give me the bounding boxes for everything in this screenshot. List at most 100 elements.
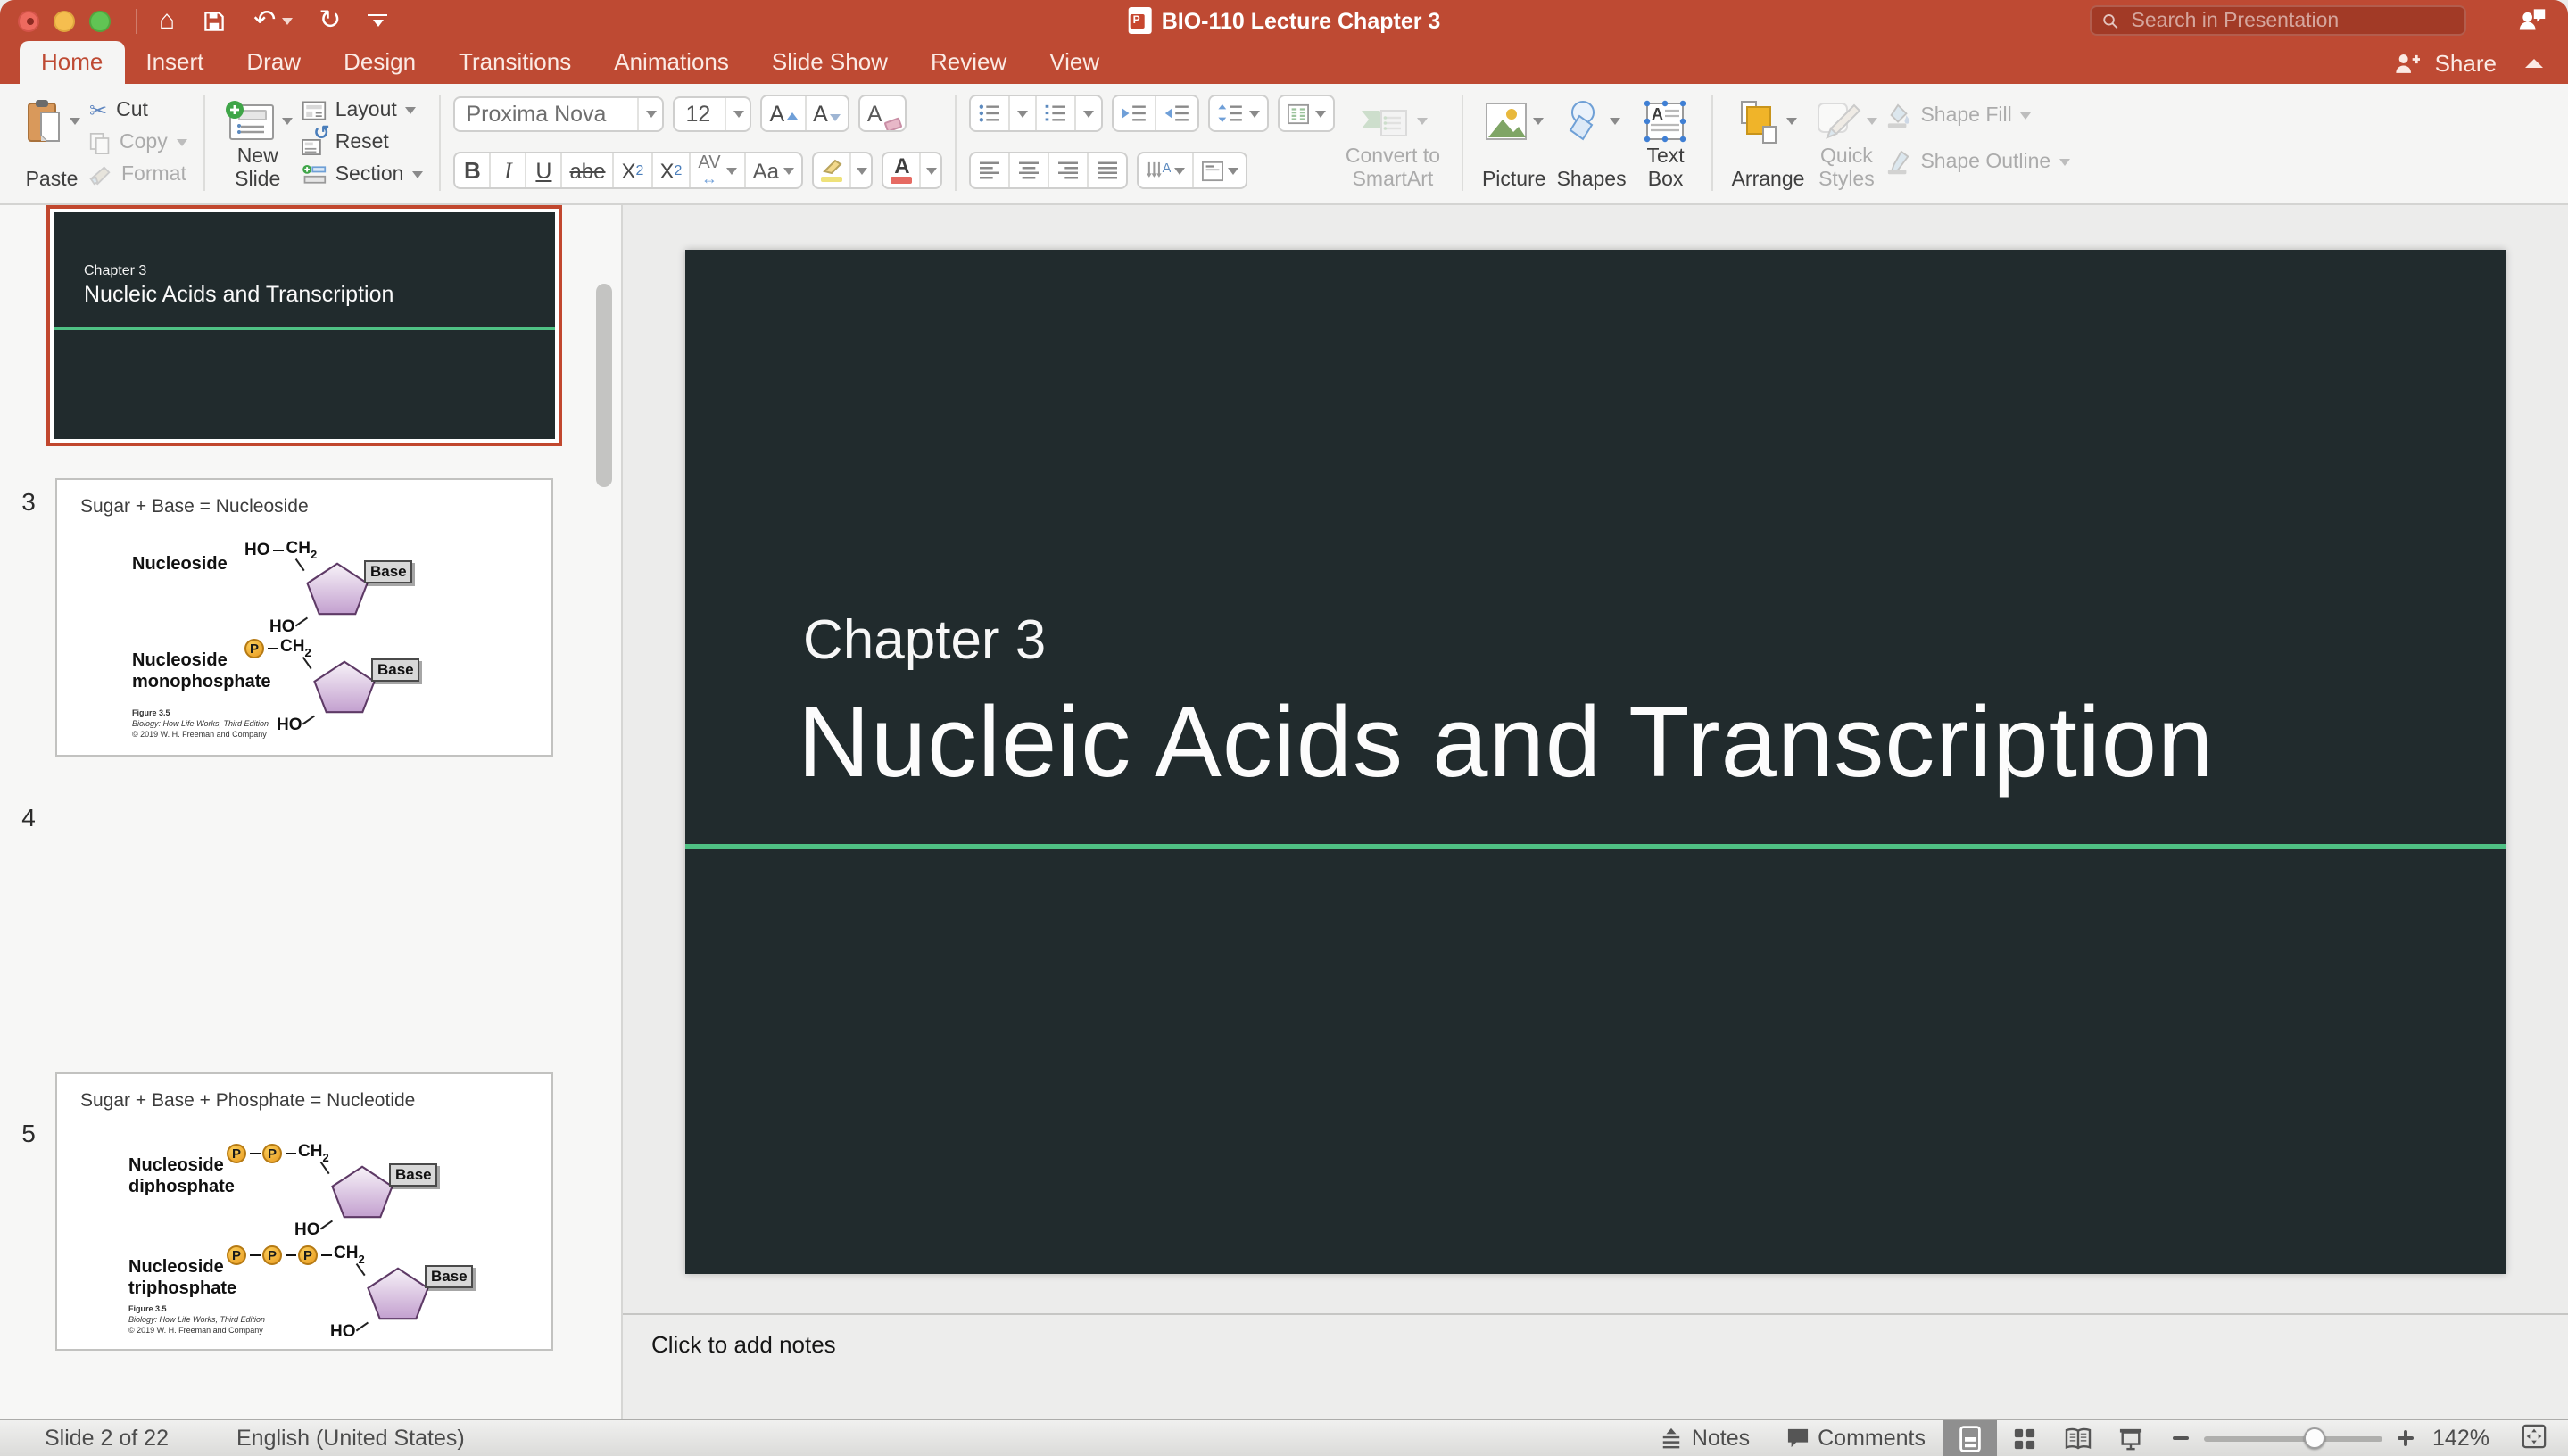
tab-insert[interactable]: Insert	[124, 41, 225, 84]
minimize-window-button[interactable]	[54, 10, 75, 31]
fit-slide-button[interactable]	[2504, 1423, 2568, 1453]
numbering-caret-cell[interactable]	[1077, 96, 1102, 130]
search-box[interactable]	[2090, 5, 2466, 36]
redo-icon[interactable]: ↻	[319, 7, 341, 34]
home-icon[interactable]: ⌂	[159, 7, 175, 34]
tab-view[interactable]: View	[1028, 41, 1121, 84]
highlight-color-button[interactable]	[813, 152, 874, 189]
thumbnail-slide-2-selected[interactable]: Chapter 3 Nucleic Acids and Transcriptio…	[46, 205, 562, 446]
font-size-caret-icon[interactable]	[733, 110, 743, 117]
subscript-button[interactable]: X2	[652, 153, 691, 187]
tab-animations[interactable]: Animations	[592, 41, 750, 84]
line-spacing-caret-icon[interactable]	[1250, 110, 1261, 117]
notes-pane[interactable]: Click to add notes	[623, 1313, 2568, 1419]
columns-button[interactable]	[1280, 96, 1334, 130]
zoom-slider-thumb[interactable]	[2304, 1427, 2325, 1448]
share-button[interactable]: Share	[2435, 50, 2497, 77]
spacing-caret-icon[interactable]	[726, 167, 737, 174]
slide-kicker-text[interactable]: Chapter 3	[803, 608, 1046, 673]
text-direction-button[interactable]: A	[1139, 153, 1195, 187]
zoom-out-icon[interactable]	[2172, 1429, 2190, 1447]
justify-button[interactable]	[1089, 153, 1127, 187]
thumbnail-slide-3[interactable]: Sugar + Base = Nucleoside Nucleoside HOC…	[55, 478, 553, 757]
increase-indent-button[interactable]	[1157, 96, 1198, 130]
save-icon[interactable]	[202, 8, 227, 33]
columns-caret-icon[interactable]	[1316, 110, 1327, 117]
font-family-combo[interactable]: Proxima Nova	[453, 95, 664, 131]
quick-styles-button[interactable]: QuickStyles	[1810, 91, 1883, 194]
undo-icon[interactable]: ↶	[253, 7, 276, 34]
bullets-button[interactable]	[972, 96, 1011, 130]
text-direction-caret-icon[interactable]	[1175, 167, 1186, 174]
bold-button[interactable]: B	[455, 153, 491, 187]
clear-formatting-button[interactable]: A	[858, 95, 907, 132]
notes-placeholder[interactable]: Click to add notes	[651, 1331, 2568, 1358]
zoom-slider[interactable]	[2204, 1435, 2382, 1441]
layout-dropdown-caret-icon[interactable]	[406, 107, 417, 114]
strikethrough-button[interactable]: abe	[562, 153, 614, 187]
font-size-combo[interactable]: 12	[673, 95, 751, 131]
font-color-caret-icon[interactable]	[926, 167, 937, 174]
reset-button[interactable]: ↺ Reset	[302, 128, 424, 157]
font-color-button[interactable]: A	[882, 152, 943, 189]
shape-outline-button[interactable]: Shape Outline	[1886, 148, 2070, 177]
arrange-caret-icon[interactable]	[1787, 118, 1798, 125]
superscript-button[interactable]: X2	[615, 153, 653, 187]
tab-home[interactable]: Home	[20, 41, 124, 84]
slideshow-view-button[interactable]	[2104, 1420, 2158, 1456]
slide-canvas[interactable]: Chapter 3 Nucleic Acids and Transcriptio…	[623, 205, 2568, 1313]
slide-title-text[interactable]: Nucleic Acids and Transcription	[798, 683, 2214, 799]
slide-counter[interactable]: Slide 2 of 22	[45, 1426, 169, 1451]
align-text-caret-icon[interactable]	[1229, 167, 1239, 174]
copy-button[interactable]: Copy	[89, 128, 187, 157]
zoom-window-button[interactable]	[89, 10, 111, 31]
panel-scrollbar-thumb[interactable]	[596, 284, 612, 487]
collapse-ribbon-icon[interactable]	[2525, 59, 2543, 68]
align-center-button[interactable]	[1011, 153, 1050, 187]
undo-dropdown-caret-icon[interactable]	[281, 17, 292, 24]
normal-view-button[interactable]	[1943, 1420, 1997, 1456]
underline-button[interactable]: U	[526, 153, 562, 187]
search-input[interactable]	[2128, 8, 2454, 33]
current-slide[interactable]: Chapter 3 Nucleic Acids and Transcriptio…	[685, 250, 2506, 1274]
close-window-button[interactable]	[18, 10, 39, 31]
section-dropdown-caret-icon[interactable]	[412, 171, 423, 178]
comments-toggle-button[interactable]: Comments	[1768, 1420, 1943, 1456]
language-indicator[interactable]: English (United States)	[236, 1426, 465, 1451]
italic-button[interactable]: I	[491, 153, 526, 187]
thumbnail-slide-4[interactable]: Sugar + Base + Phosphate = Nucleotide Nu…	[55, 1072, 553, 1351]
numbering-button[interactable]	[1038, 96, 1077, 130]
new-slide-dropdown-caret-icon[interactable]	[282, 117, 293, 124]
arrange-button[interactable]: Arrange	[1727, 91, 1810, 194]
align-left-button[interactable]	[972, 153, 1011, 187]
align-right-button[interactable]	[1050, 153, 1089, 187]
bullets-caret-cell[interactable]	[1011, 96, 1038, 130]
picture-caret-icon[interactable]	[1533, 118, 1544, 125]
align-text-button[interactable]	[1195, 153, 1247, 187]
paste-button[interactable]: Paste	[18, 91, 86, 194]
tab-transitions[interactable]: Transitions	[437, 41, 592, 84]
line-spacing-button[interactable]	[1211, 96, 1268, 130]
notes-toggle-button[interactable]: Notes	[1642, 1420, 1768, 1456]
slide-sorter-view-button[interactable]	[1997, 1420, 2050, 1456]
format-painter-button[interactable]: Format	[89, 161, 187, 189]
convert-to-smartart-button[interactable]: Convert toSmartArt	[1336, 91, 1450, 194]
new-slide-button[interactable]: NewSlide	[218, 91, 298, 194]
zoom-percentage[interactable]: 142%	[2429, 1426, 2489, 1451]
decrease-font-size-button[interactable]: A	[806, 96, 848, 130]
highlight-caret-icon[interactable]	[857, 167, 867, 174]
font-family-caret-icon[interactable]	[645, 110, 656, 117]
shapes-button[interactable]: Shapes	[1552, 91, 1632, 194]
text-box-button[interactable]: A TextBox	[1632, 91, 1700, 194]
zoom-in-icon[interactable]	[2397, 1429, 2415, 1447]
bullets-caret-icon[interactable]	[1018, 110, 1029, 117]
numbering-caret-icon[interactable]	[1084, 110, 1095, 117]
picture-button[interactable]: Picture	[1477, 91, 1552, 194]
tab-review[interactable]: Review	[909, 41, 1028, 84]
tab-slide-show[interactable]: Slide Show	[750, 41, 909, 84]
shapes-caret-icon[interactable]	[1611, 118, 1621, 125]
tab-design[interactable]: Design	[322, 41, 437, 84]
increase-font-size-button[interactable]: A	[762, 96, 806, 130]
tab-draw[interactable]: Draw	[225, 41, 322, 84]
decrease-indent-button[interactable]	[1114, 96, 1157, 130]
